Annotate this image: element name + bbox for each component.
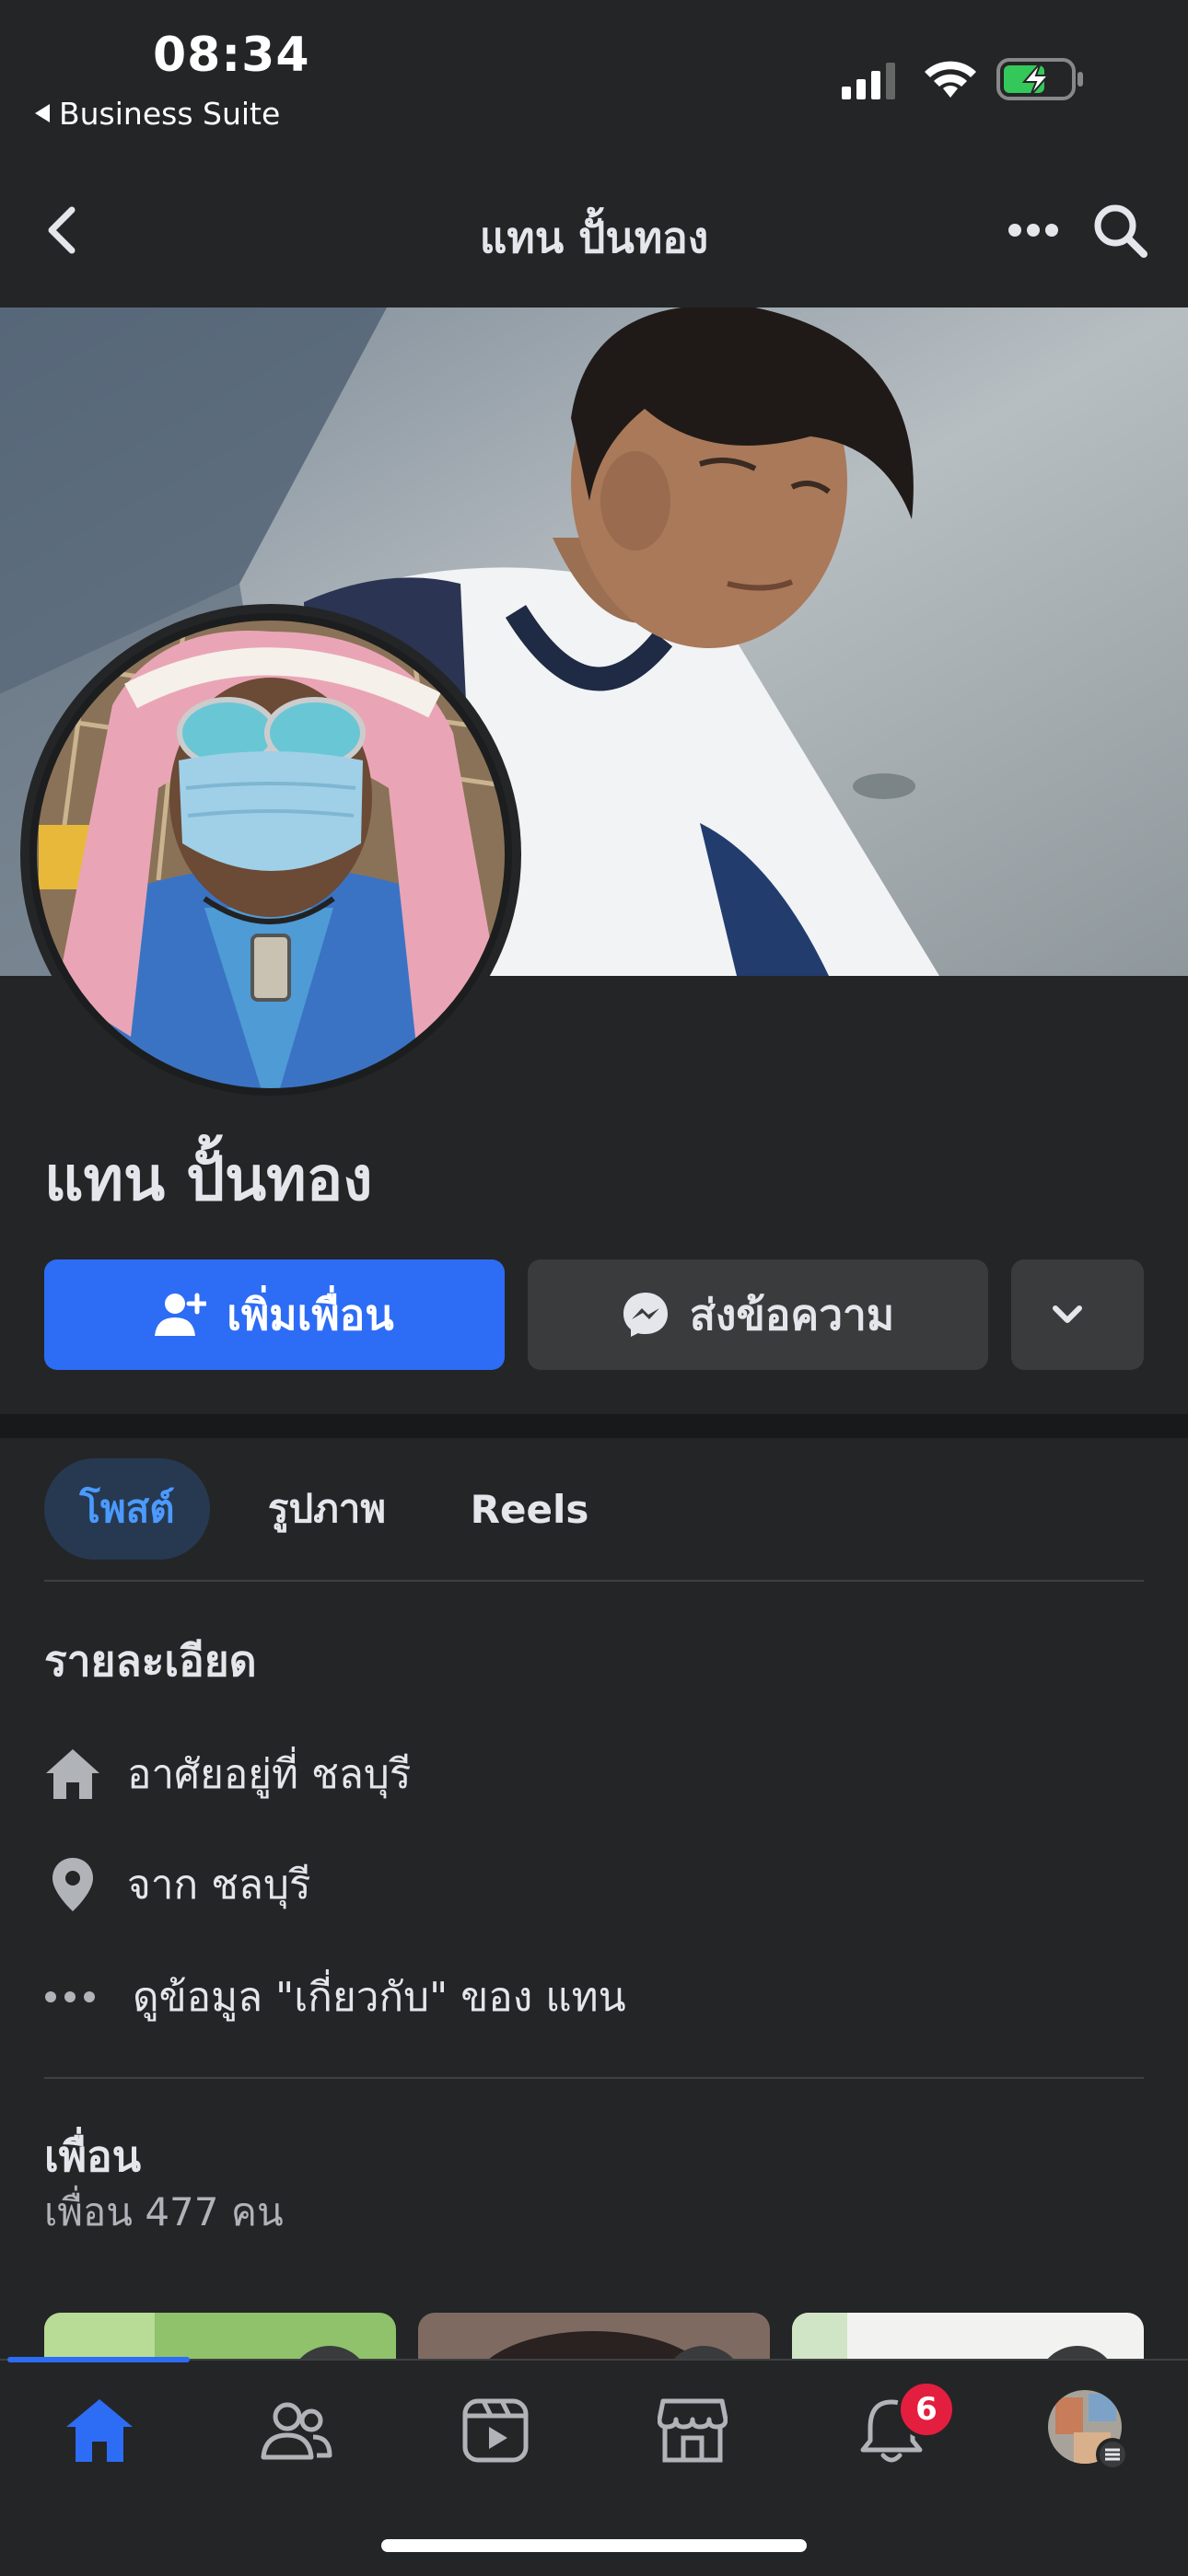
home-icon (46, 1749, 99, 1799)
search-icon[interactable] (1092, 203, 1149, 263)
friends-title: เพื่อน (44, 2131, 142, 2181)
active-tab-indicator (7, 2357, 190, 2362)
more-icon[interactable] (1007, 221, 1059, 243)
tab-reels[interactable]: Reels (451, 1458, 608, 1560)
wifi-icon (921, 57, 980, 103)
tab-posts[interactable]: โพสต์ (44, 1458, 210, 1560)
divider (44, 1580, 1144, 1582)
divider (44, 2077, 1144, 2079)
nav-profile-menu[interactable] (1042, 2385, 1135, 2477)
notification-badge: 6 (897, 2380, 956, 2439)
profile-name: แทน ปั้นทอง (44, 1143, 373, 1214)
home-indicator[interactable] (381, 2539, 807, 2552)
more-actions-button[interactable] (1011, 1259, 1144, 1370)
chevron-down-icon (1053, 1305, 1082, 1323)
message-button[interactable]: ส่งข้อความ (528, 1259, 988, 1370)
nav-marketplace[interactable] (646, 2385, 739, 2477)
about-text: ดูข้อมูล "เกี่ยวกับ" ของ แทน (133, 1974, 626, 2021)
section-divider (0, 1414, 1188, 1438)
details-title: รายละเอียด (44, 1636, 257, 1686)
add-friend-label: เพิ่มเพื่อน (227, 1289, 394, 1340)
detail-about-link[interactable]: ดูข้อมูล "เกี่ยวกับ" ของ แทน (44, 1965, 626, 2029)
status-time: 08:34 (153, 28, 310, 83)
nav-friends[interactable] (250, 2385, 343, 2477)
back-to-app-link[interactable]: Business Suite (35, 96, 280, 132)
messenger-icon (623, 1293, 668, 1337)
lives-in-text: อาศัยอยู่ที่ ชลบุรี (127, 1751, 412, 1798)
add-person-icon (155, 1293, 207, 1336)
marketplace-icon (658, 2398, 728, 2463)
battery-charging-icon (996, 57, 1085, 105)
nav-video[interactable] (449, 2385, 542, 2477)
detail-from: จาก ชลบุรี (44, 1852, 311, 1917)
message-label: ส่งข้อความ (689, 1289, 895, 1340)
profile-avatar[interactable] (20, 604, 521, 1105)
back-app-label: Business Suite (59, 96, 281, 132)
friends-icon (261, 2402, 332, 2460)
friends-count: เพื่อน 477 คน (44, 2189, 284, 2234)
nav-home[interactable] (53, 2385, 146, 2477)
add-friend-button[interactable]: เพิ่มเพื่อน (44, 1259, 505, 1370)
signal-icon (842, 63, 903, 103)
back-triangle-icon (35, 104, 50, 122)
detail-lives-in: อาศัยอยู่ที่ ชลบุรี (44, 1742, 411, 1806)
video-icon (462, 2398, 529, 2463)
from-text: จาก ชลบุรี (127, 1862, 311, 1909)
profile-menu-icon (1048, 2390, 1129, 2471)
tab-photos[interactable]: รูปภาพ (239, 1458, 414, 1560)
home-icon (66, 2399, 133, 2462)
more-dots-icon (45, 1991, 95, 2002)
location-pin-icon (52, 1858, 93, 1911)
